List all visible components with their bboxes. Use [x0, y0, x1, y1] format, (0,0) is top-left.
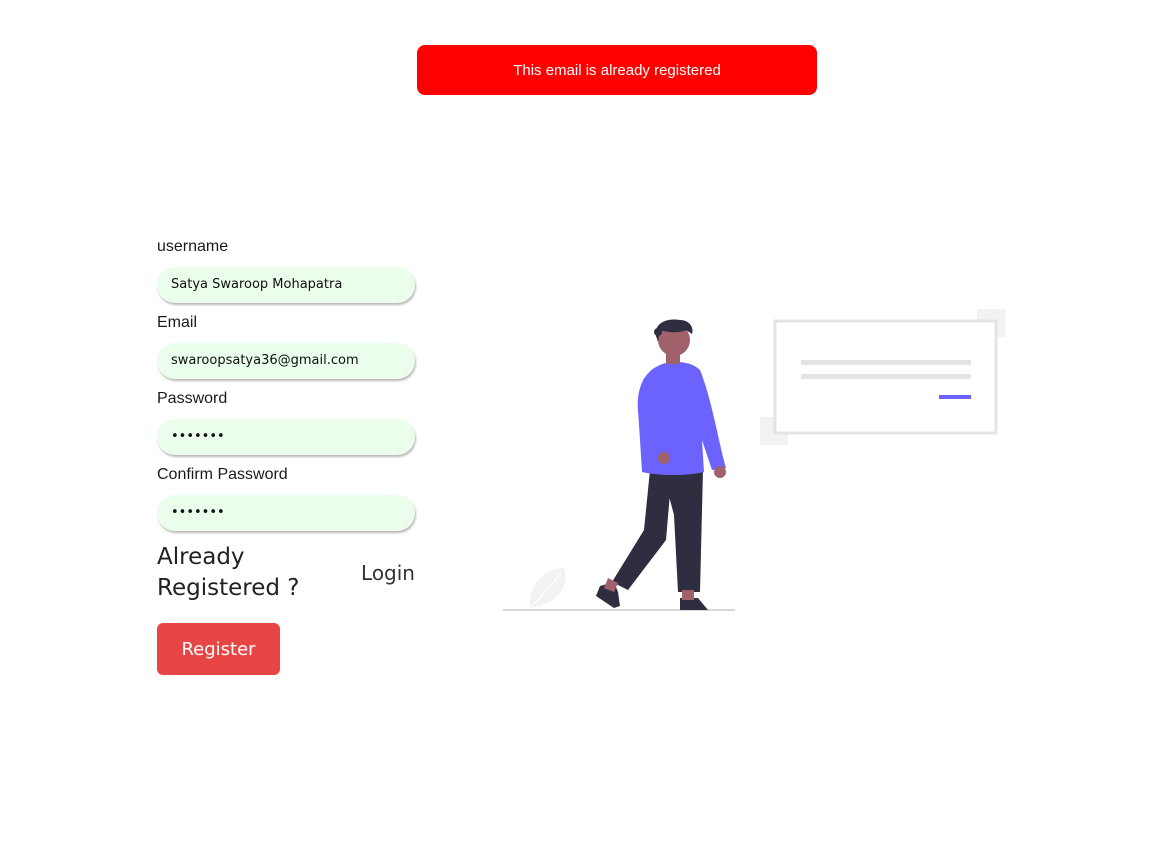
- card-accent-line: [939, 395, 971, 399]
- person-front-hand: [714, 466, 726, 478]
- confirm-password-label: Confirm Password: [157, 466, 288, 483]
- login-link[interactable]: Login: [361, 561, 415, 585]
- password-input[interactable]: [157, 419, 415, 455]
- password-field-group: Password: [157, 388, 417, 455]
- register-form: username Email Password Confirm Password…: [157, 236, 417, 675]
- username-label: username: [157, 238, 229, 255]
- register-button[interactable]: Register: [157, 623, 280, 675]
- username-field-group: username: [157, 236, 417, 303]
- error-toast: This email is already registered: [417, 45, 817, 95]
- login-row: Already Registered ? Login: [157, 542, 415, 604]
- confirm-password-field-group: Confirm Password: [157, 464, 417, 531]
- username-input[interactable]: [157, 267, 415, 303]
- confirm-password-input[interactable]: [157, 495, 415, 531]
- person-back-hand: [658, 452, 670, 464]
- already-registered-text: Already Registered ?: [157, 544, 300, 601]
- person-front-ankle: [682, 590, 694, 600]
- person-back-leg: [612, 470, 672, 590]
- walking-person-illustration: [503, 309, 1005, 611]
- card-text-line-2: [801, 374, 971, 379]
- error-toast-message: This email is already registered: [513, 61, 721, 79]
- password-label: Password: [157, 390, 228, 407]
- email-label: Email: [157, 314, 198, 331]
- card-text-line-1: [801, 360, 971, 365]
- person-hair-bun: [654, 328, 662, 336]
- person-front-leg: [662, 470, 703, 592]
- email-field-group: Email: [157, 312, 417, 379]
- email-input[interactable]: [157, 343, 415, 379]
